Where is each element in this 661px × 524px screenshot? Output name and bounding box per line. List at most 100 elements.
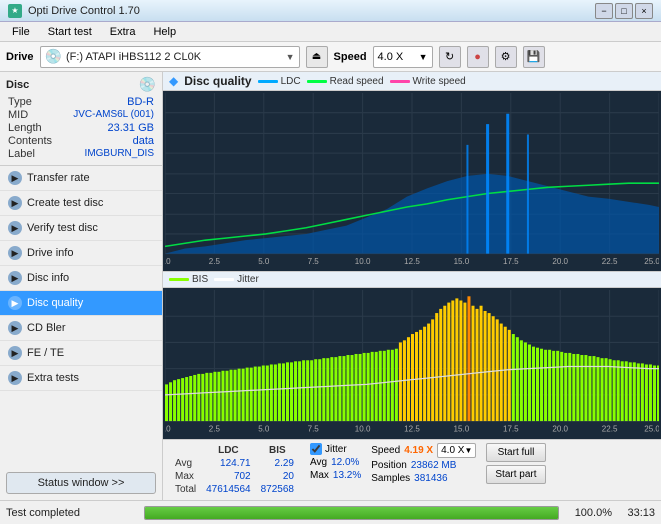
jitter-checkbox[interactable] — [310, 443, 322, 455]
sidebar-item-verify-test-disc[interactable]: ▶ Verify test disc — [0, 216, 162, 241]
sidebar-item-create-test-disc[interactable]: ▶ Create test disc — [0, 191, 162, 216]
elapsed-time: 33:13 — [620, 507, 655, 519]
jitter-legend-label: Jitter — [237, 274, 259, 285]
disc-label-key: Label — [8, 148, 35, 160]
create-test-disc-icon: ▶ — [8, 196, 22, 210]
stats-bis-header: BIS — [257, 445, 298, 456]
drive-toolbar: Drive 💿 (F:) ATAPI iHBS112 2 CL0K ▼ ⏏ Sp… — [0, 42, 661, 72]
menu-help[interactable]: Help — [145, 25, 184, 39]
charts-container: 18X 16X 14X 12X 10X 8X 6X 4X 2X 800 700 … — [163, 91, 661, 439]
sidebar-item-extra-tests[interactable]: ▶ Extra tests — [0, 366, 162, 391]
svg-text:20.0: 20.0 — [552, 257, 568, 266]
sidebar-label-transfer-rate: Transfer rate — [27, 172, 90, 184]
disc-button[interactable]: ● — [467, 46, 489, 68]
position-label: Position — [371, 460, 407, 471]
stats-max-label: Max — [171, 471, 200, 482]
eject-button[interactable]: ⏏ — [306, 46, 328, 68]
svg-text:2.5: 2.5 — [209, 257, 221, 266]
svg-text:7.5: 7.5 — [308, 257, 320, 266]
chart-title: Disc quality — [184, 74, 251, 88]
sidebar-label-disc-info: Disc info — [27, 272, 69, 284]
svg-text:22.5: 22.5 — [602, 257, 618, 266]
write-speed-legend-color — [390, 80, 410, 83]
sidebar-item-transfer-rate[interactable]: ▶ Transfer rate — [0, 166, 162, 191]
stats-bar: LDC BIS Avg 124.71 2.29 Max 702 20 Total… — [163, 439, 661, 500]
verify-test-disc-icon: ▶ — [8, 221, 22, 235]
disc-length-row: Length 23.31 GB — [6, 122, 156, 134]
speed-dropdown-icon: ▼ — [419, 52, 428, 62]
menu-start-test[interactable]: Start test — [40, 25, 100, 39]
fe-te-icon: ▶ — [8, 346, 22, 360]
svg-text:5.0: 5.0 — [258, 257, 270, 266]
drive-selector[interactable]: 💿 (F:) ATAPI iHBS112 2 CL0K ▼ — [40, 46, 300, 68]
content-area: ◆ Disc quality LDC Read speed Write spee… — [163, 72, 661, 500]
jitter-max-label: Max — [310, 470, 329, 481]
disc-info-icon: ▶ — [8, 271, 22, 285]
jitter-avg-row: Avg 12.0% — [310, 457, 361, 468]
status-window-button[interactable]: Status window >> — [6, 472, 156, 494]
jitter-avg-val: 12.0% — [331, 457, 359, 468]
sidebar-label-fe-te: FE / TE — [27, 347, 64, 359]
position-row: Position 23862 MB — [371, 460, 476, 471]
sidebar-label-drive-info: Drive info — [27, 247, 73, 259]
disc-length-val: 23.31 GB — [108, 122, 154, 134]
bis-legend-color — [169, 278, 189, 281]
stats-table: LDC BIS Avg 124.71 2.29 Max 702 20 Total… — [169, 443, 300, 497]
read-speed-legend-label: Read speed — [330, 76, 384, 87]
start-full-button[interactable]: Start full — [486, 443, 545, 462]
disc-panel-icon: 💿 — [139, 76, 156, 93]
settings-button[interactable]: ⚙ — [495, 46, 517, 68]
speed-stat-selector[interactable]: 4.0 X ▼ — [437, 443, 476, 458]
menu-extra[interactable]: Extra — [102, 25, 144, 39]
sidebar-item-cd-bler[interactable]: ▶ CD Bler — [0, 316, 162, 341]
bis-chart-svg: 20% 16% 12% 8% 4% 20 15 10 5 0.0 2.5 5.0… — [165, 290, 659, 437]
svg-text:17.5: 17.5 — [503, 425, 519, 434]
sidebar-item-drive-info[interactable]: ▶ Drive info — [0, 241, 162, 266]
speed-label: Speed — [334, 51, 367, 63]
svg-text:10.0: 10.0 — [355, 257, 371, 266]
stats-avg-bis: 2.29 — [257, 458, 298, 469]
speed-position-section: Speed 4.19 X 4.0 X ▼ Position 23862 MB S… — [371, 443, 476, 484]
jitter-avg-label: Avg — [310, 457, 327, 468]
stats-ldc-header: LDC — [202, 445, 255, 456]
stats-max-ldc: 702 — [202, 471, 255, 482]
speed-stat-select-val: 4.0 X — [441, 445, 464, 456]
status-text: Test completed — [6, 507, 136, 519]
jitter-header-row: Jitter — [310, 443, 361, 455]
disc-quality-icon: ▶ — [8, 296, 22, 310]
refresh-button[interactable]: ↻ — [439, 46, 461, 68]
bis-legend-label: BIS — [192, 274, 208, 285]
minimize-button[interactable]: − — [595, 3, 613, 19]
svg-text:7.5: 7.5 — [308, 425, 320, 434]
transfer-rate-icon: ▶ — [8, 171, 22, 185]
sidebar-label-cd-bler: CD Bler — [27, 322, 66, 334]
stats-max-bis: 20 — [257, 471, 298, 482]
drive-select-text: (F:) ATAPI iHBS112 2 CL0K — [66, 51, 282, 63]
progress-bar-container — [144, 506, 559, 520]
sidebar: Disc 💿 Type BD-R MID JVC-AMS6L (001) Len… — [0, 72, 163, 500]
speed-selector[interactable]: 4.0 X ▼ — [373, 46, 433, 68]
start-part-button[interactable]: Start part — [486, 465, 545, 484]
menu-file[interactable]: File — [4, 25, 38, 39]
save-button[interactable]: 💾 — [523, 46, 545, 68]
legend-read-speed: Read speed — [307, 76, 384, 87]
position-val: 23862 MB — [411, 460, 457, 471]
samples-label: Samples — [371, 473, 410, 484]
extra-tests-icon: ▶ — [8, 371, 22, 385]
progress-percent: 100.0% — [567, 507, 612, 519]
stats-total-ldc: 47614564 — [202, 484, 255, 495]
close-button[interactable]: × — [635, 3, 653, 19]
stats-total-bis: 872568 — [257, 484, 298, 495]
sidebar-item-disc-info[interactable]: ▶ Disc info — [0, 266, 162, 291]
sidebar-item-fe-te[interactable]: ▶ FE / TE — [0, 341, 162, 366]
app-icon: ★ — [8, 4, 22, 18]
maximize-button[interactable]: □ — [615, 3, 633, 19]
jitter-section: Jitter Avg 12.0% Max 13.2% — [310, 443, 361, 481]
jitter-label: Jitter — [325, 444, 347, 455]
chart-header: ◆ Disc quality LDC Read speed Write spee… — [163, 72, 661, 91]
progress-bar — [145, 507, 558, 519]
disc-length-key: Length — [8, 122, 42, 134]
sidebar-item-disc-quality[interactable]: ▶ Disc quality — [0, 291, 162, 316]
write-speed-legend-label: Write speed — [413, 76, 466, 87]
svg-text:15.0: 15.0 — [454, 425, 470, 434]
